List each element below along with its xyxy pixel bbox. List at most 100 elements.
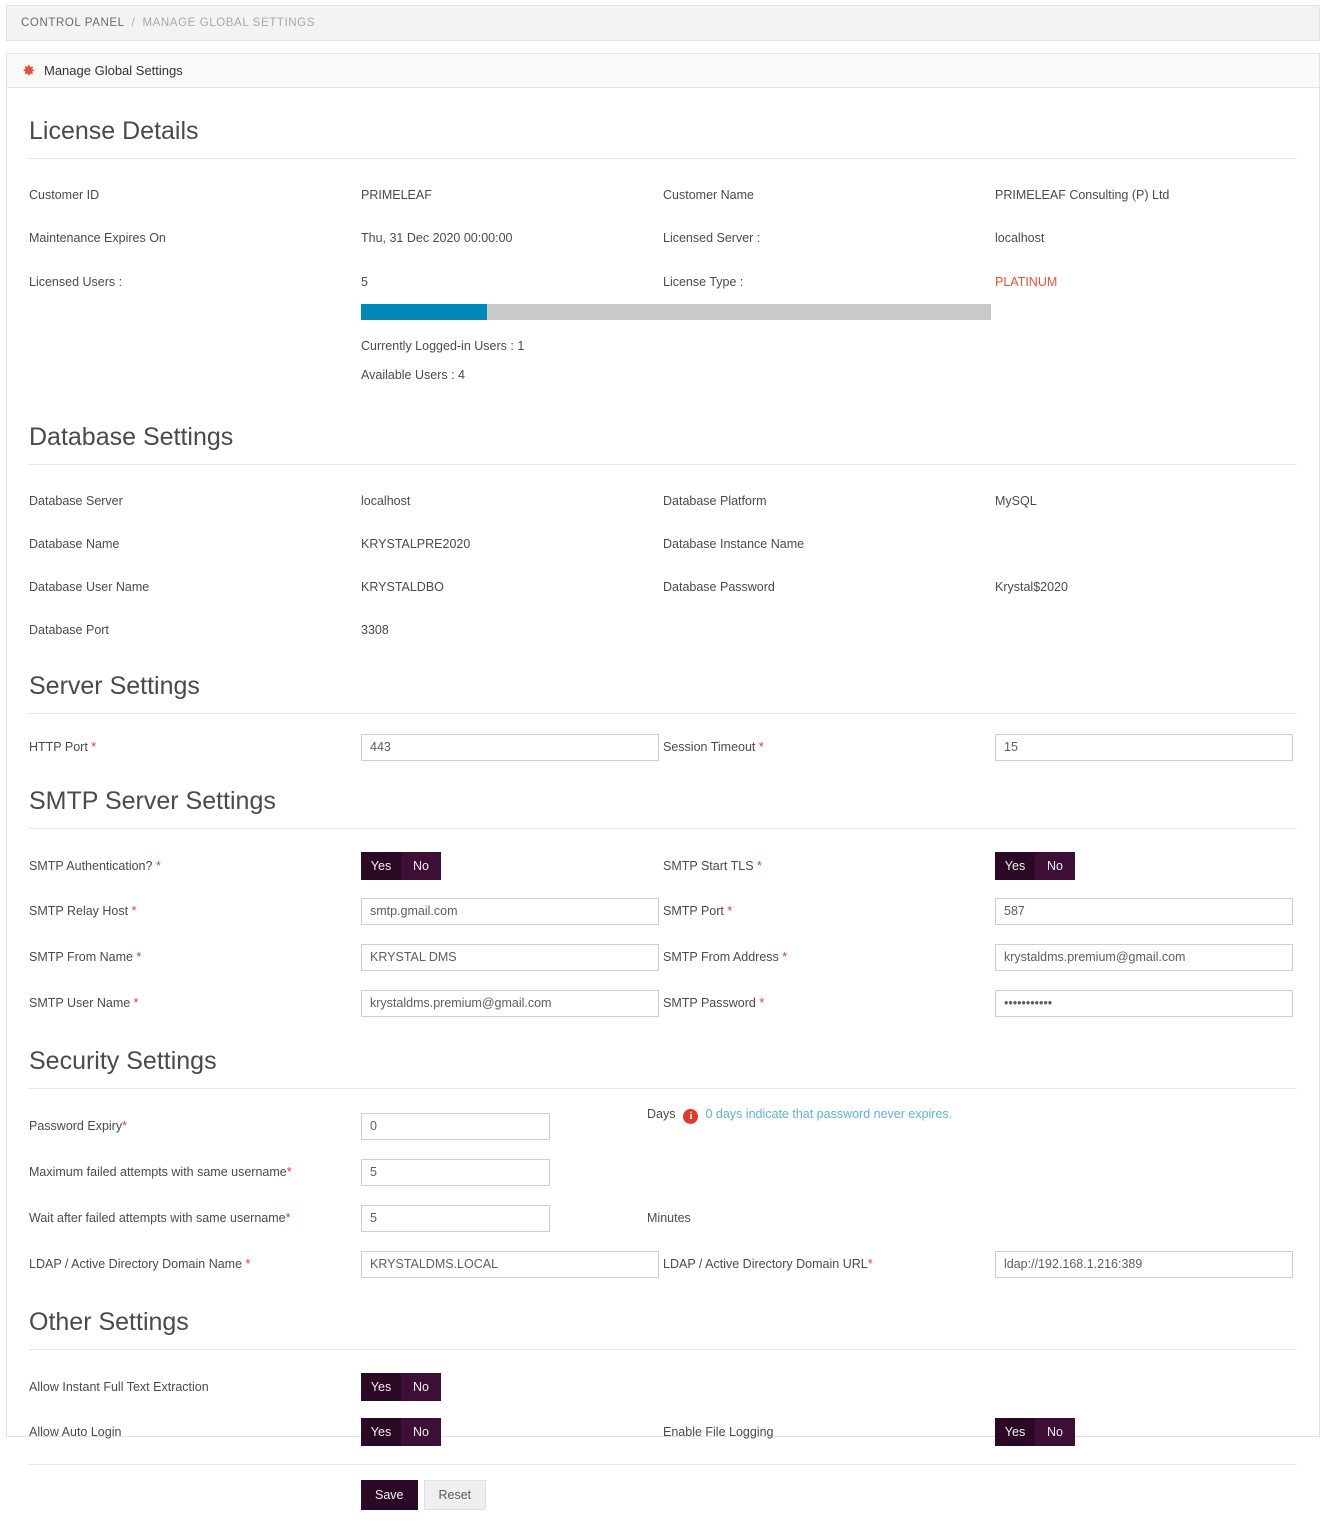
license-customer-name-field: Customer Name PRIMELEAF Consulting (P) L… bbox=[663, 173, 1297, 216]
required-asterisk: * bbox=[242, 1257, 250, 1271]
form-actions: Save Reset bbox=[361, 1480, 486, 1510]
database-platform-field: Database Platform MySQL bbox=[663, 479, 1297, 522]
section-title-server: Server Settings bbox=[29, 669, 1297, 703]
required-asterisk: * bbox=[152, 859, 160, 873]
session-timeout-label: Session Timeout * bbox=[663, 740, 995, 754]
ldap-domain-name-field: LDAP / Active Directory Domain Name * bbox=[29, 1241, 663, 1287]
smtp-auth-toggle[interactable]: Yes No bbox=[361, 852, 441, 880]
file-logging-toggle-yes[interactable]: Yes bbox=[995, 1418, 1035, 1446]
file-logging-toggle[interactable]: Yes No bbox=[995, 1418, 1075, 1446]
database-row-port: Database Port 3308 bbox=[29, 608, 1297, 651]
http-port-input[interactable] bbox=[361, 734, 659, 761]
database-user-field: Database User Name KRYSTALDBO bbox=[29, 565, 663, 608]
smtp-from-address-label: SMTP From Address * bbox=[663, 950, 995, 964]
ldap-domain-name-input[interactable] bbox=[361, 1251, 659, 1278]
required-asterisk: * bbox=[128, 904, 136, 918]
password-expiry-field: Password Expiry* bbox=[29, 1103, 663, 1149]
database-password-label: Database Password bbox=[663, 580, 995, 594]
ldap-domain-url-label-text: LDAP / Active Directory Domain URL bbox=[663, 1257, 868, 1271]
auto-login-toggle-yes[interactable]: Yes bbox=[361, 1418, 401, 1446]
server-row-ports: HTTP Port * Session Timeout * bbox=[29, 728, 1297, 766]
required-asterisk: * bbox=[122, 1119, 127, 1133]
required-asterisk: * bbox=[133, 950, 141, 964]
fulltext-extraction-toggle[interactable]: Yes No bbox=[361, 1373, 441, 1401]
database-port-label: Database Port bbox=[29, 623, 361, 637]
required-asterisk: * bbox=[88, 740, 96, 754]
license-maintenance-field: Maintenance Expires On Thu, 31 Dec 2020 … bbox=[29, 216, 663, 260]
database-name-value: KRYSTALPRE2020 bbox=[361, 537, 470, 551]
smtp-user-name-input[interactable] bbox=[361, 990, 659, 1017]
license-users-value: 5 bbox=[361, 275, 368, 289]
license-usage-progressbar bbox=[361, 304, 991, 320]
license-logged-in-users: Currently Logged-in Users : 1 bbox=[361, 332, 991, 361]
ldap-domain-url-label: LDAP / Active Directory Domain URL* bbox=[663, 1257, 995, 1271]
smtp-from-name-field: SMTP From Name * bbox=[29, 934, 663, 980]
license-row-maintenance: Maintenance Expires On Thu, 31 Dec 2020 … bbox=[29, 216, 1297, 260]
license-server-label: Licensed Server : bbox=[663, 231, 995, 245]
fulltext-extraction-toggle-no[interactable]: No bbox=[401, 1373, 441, 1401]
save-button[interactable]: Save bbox=[361, 1480, 418, 1510]
auto-login-toggle[interactable]: Yes No bbox=[361, 1418, 441, 1446]
required-asterisk: * bbox=[868, 1257, 873, 1271]
breadcrumb-root[interactable]: CONTROL PANEL bbox=[21, 17, 125, 29]
smtp-from-address-input[interactable] bbox=[995, 944, 1293, 971]
wait-after-failed-input[interactable] bbox=[361, 1205, 550, 1232]
security-row-password-expiry: Password Expiry* Days i 0 days indicate … bbox=[29, 1103, 1297, 1149]
smtp-relay-host-input[interactable] bbox=[361, 898, 659, 925]
fulltext-extraction-toggle-yes[interactable]: Yes bbox=[361, 1373, 401, 1401]
smtp-password-label-text: SMTP Password bbox=[663, 996, 756, 1010]
password-expiry-hint-block: Days i 0 days indicate that password nev… bbox=[663, 1103, 1297, 1149]
wait-after-failed-unit: Minutes bbox=[647, 1211, 691, 1225]
smtp-user-name-label-text: SMTP User Name bbox=[29, 996, 130, 1010]
file-logging-toggle-no[interactable]: No bbox=[1035, 1418, 1075, 1446]
smtp-auth-toggle-no[interactable]: No bbox=[401, 852, 441, 880]
session-timeout-input[interactable] bbox=[995, 734, 1293, 761]
required-asterisk: * bbox=[724, 904, 732, 918]
wait-after-failed-unit-block: Minutes bbox=[663, 1195, 1297, 1241]
other-row-autologin: Allow Auto Login Yes No Enable File Logg… bbox=[29, 1409, 1297, 1454]
smtp-row-host: SMTP Relay Host * SMTP Port * bbox=[29, 888, 1297, 934]
database-server-field: Database Server localhost bbox=[29, 479, 663, 522]
breadcrumb: CONTROL PANEL / MANAGE GLOBAL SETTINGS bbox=[6, 5, 1320, 41]
fulltext-extraction-field: Allow Instant Full Text Extraction Yes N… bbox=[29, 1364, 663, 1409]
section-title-database: Database Settings bbox=[29, 420, 1297, 454]
smtp-starttls-toggle[interactable]: Yes No bbox=[995, 852, 1075, 880]
smtp-user-name-field: SMTP User Name * bbox=[29, 980, 663, 1026]
smtp-port-field: SMTP Port * bbox=[663, 888, 1297, 934]
smtp-port-label-text: SMTP Port bbox=[663, 904, 724, 918]
smtp-port-input[interactable] bbox=[995, 898, 1293, 925]
card-header: Manage Global Settings bbox=[7, 54, 1319, 88]
smtp-relay-host-label-text: SMTP Relay Host bbox=[29, 904, 128, 918]
database-name-label: Database Name bbox=[29, 537, 361, 551]
smtp-row-auth: SMTP Authentication? * Yes No SMTP Start… bbox=[29, 843, 1297, 888]
section-title-security: Security Settings bbox=[29, 1044, 1297, 1078]
ldap-domain-url-input[interactable] bbox=[995, 1251, 1293, 1278]
license-customer-name-label: Customer Name bbox=[663, 188, 995, 202]
reset-button[interactable]: Reset bbox=[424, 1480, 487, 1510]
form-actions-row: Save Reset bbox=[29, 1465, 1297, 1525]
license-users-field: Licensed Users : 5 bbox=[29, 260, 663, 304]
password-expiry-input[interactable] bbox=[361, 1113, 550, 1140]
smtp-starttls-toggle-yes[interactable]: Yes bbox=[995, 852, 1035, 880]
license-type-field: License Type : PLATINUM bbox=[663, 260, 1297, 304]
max-failed-attempts-input[interactable] bbox=[361, 1159, 550, 1186]
database-user-value: KRYSTALDBO bbox=[361, 580, 444, 594]
database-row-name: Database Name KRYSTALPRE2020 Database In… bbox=[29, 522, 1297, 565]
smtp-auth-toggle-yes[interactable]: Yes bbox=[361, 852, 401, 880]
section-title-license: License Details bbox=[29, 114, 1297, 148]
ldap-domain-name-label-text: LDAP / Active Directory Domain Name bbox=[29, 1257, 242, 1271]
license-maintenance-value: Thu, 31 Dec 2020 00:00:00 bbox=[361, 231, 513, 245]
breadcrumb-separator: / bbox=[132, 17, 136, 29]
database-platform-label: Database Platform bbox=[663, 494, 995, 508]
license-users-label: Licensed Users : bbox=[29, 275, 361, 289]
smtp-starttls-toggle-no[interactable]: No bbox=[1035, 852, 1075, 880]
license-maintenance-label: Maintenance Expires On bbox=[29, 231, 361, 245]
smtp-from-address-field: SMTP From Address * bbox=[663, 934, 1297, 980]
max-failed-attempts-label-text: Maximum failed attempts with same userna… bbox=[29, 1165, 287, 1179]
smtp-starttls-field: SMTP Start TLS * Yes No bbox=[663, 843, 1297, 888]
wait-after-failed-label: Wait after failed attempts with same use… bbox=[29, 1211, 361, 1225]
smtp-from-name-input[interactable] bbox=[361, 944, 659, 971]
auto-login-toggle-no[interactable]: No bbox=[401, 1418, 441, 1446]
smtp-password-input[interactable] bbox=[995, 990, 1293, 1017]
database-password-value: Krystal$2020 bbox=[995, 580, 1068, 594]
